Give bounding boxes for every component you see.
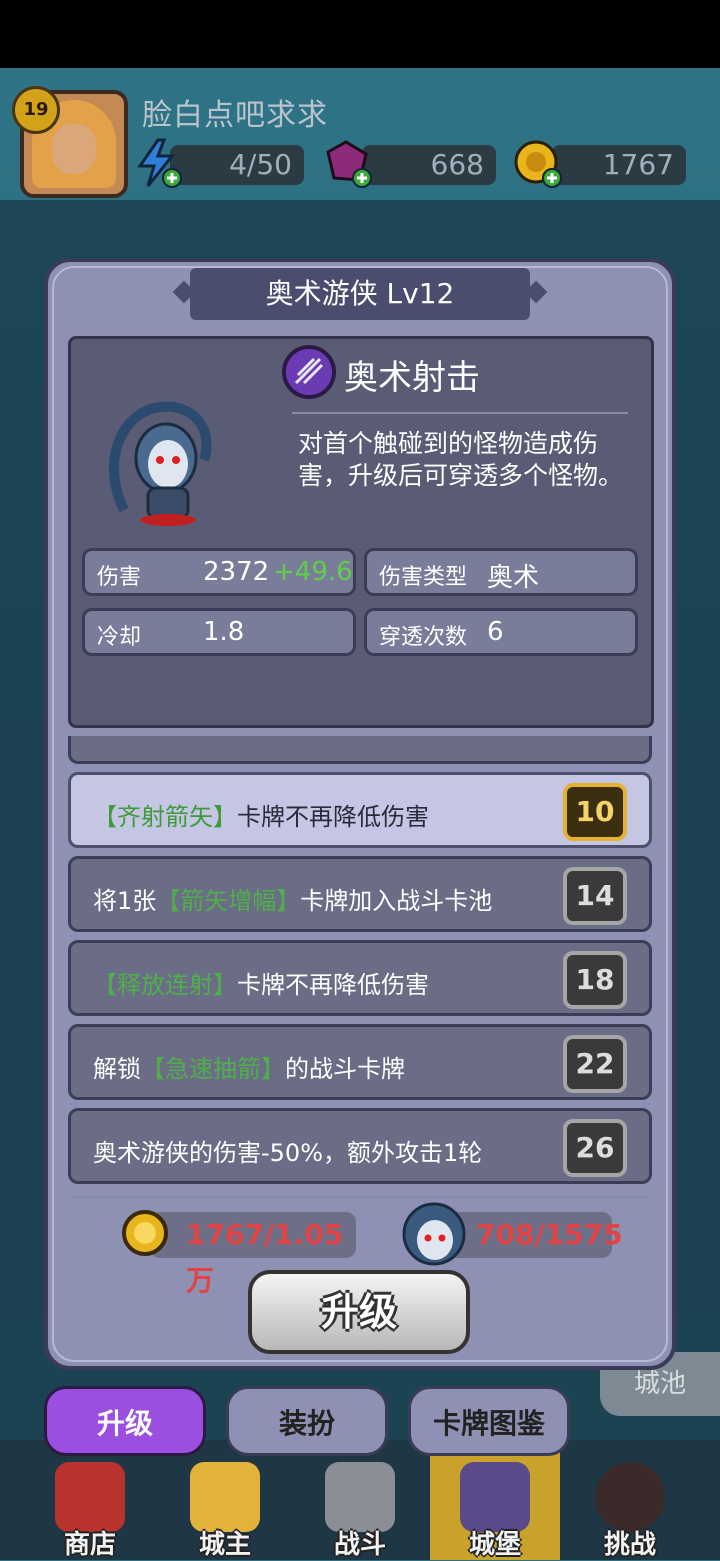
nav-challenge-label: 挑战 — [603, 1530, 656, 1560]
shop-icon — [55, 1462, 125, 1532]
crossed-swords-icon — [325, 1462, 395, 1532]
tab-card-gallery[interactable]: 卡牌图鉴 — [408, 1386, 570, 1456]
stat-damage-label: 伤害 — [97, 565, 142, 590]
stat-pierce: 穿透次数 6 — [364, 608, 638, 656]
perk-row-scrolled — [68, 736, 652, 764]
gold-coin-icon[interactable] — [512, 138, 562, 188]
nav-shop-label: 商店 — [63, 1530, 116, 1560]
energy-icon[interactable] — [132, 138, 182, 188]
nav-castle-label: 城堡 — [468, 1530, 521, 1560]
nav-castle[interactable]: 城堡 — [430, 1452, 560, 1560]
demon-icon — [595, 1462, 665, 1532]
stat-damage-type-label: 伤害类型 — [379, 565, 468, 590]
stat-cooldown: 冷却 1.8 — [82, 608, 356, 656]
arcane-ranger-portrait — [109, 401, 212, 526]
perk-level-badge: 26 — [563, 1119, 627, 1177]
stat-damage-type-value: 奥术 — [487, 563, 540, 593]
nav-battle[interactable]: 战斗 — [295, 1452, 425, 1560]
player-level-badge: 19 — [12, 86, 60, 134]
perk-row: 奥术游侠的伤害-50%，额外攻击1轮 26 — [68, 1108, 652, 1184]
castle-icon — [460, 1462, 530, 1532]
perk-level-badge: 22 — [563, 1035, 627, 1093]
stat-damage: 伤害 2372 +49.6 — [82, 548, 356, 596]
hero-shard-icon — [402, 1202, 466, 1266]
arcane-shot-icon — [282, 345, 336, 399]
player-name: 脸白点吧求求 — [142, 98, 328, 133]
stat-pierce-label: 穿透次数 — [379, 625, 468, 650]
tab-skins[interactable]: 装扮 — [226, 1386, 388, 1456]
energy-counter: 4/50 — [170, 145, 304, 185]
stat-damage-bonus: +49.6 — [273, 557, 353, 587]
skill-name: 奥术射击 — [344, 358, 480, 398]
perk-row: 【齐射箭矢】卡牌不再降低伤害 10 — [68, 772, 652, 848]
gold-coin-icon — [122, 1210, 168, 1256]
nav-lord[interactable]: 城主 — [160, 1452, 290, 1560]
perk-level-badge: 14 — [563, 867, 627, 925]
stat-cooldown-value: 1.8 — [203, 617, 245, 647]
perk-row: 将1张【箭矢增幅】卡牌加入战斗卡池 14 — [68, 856, 652, 932]
cost-divider — [72, 1196, 648, 1198]
gem-icon[interactable] — [322, 138, 372, 188]
perk-level-badge: 18 — [563, 951, 627, 1009]
skill-description: 对首个触碰到的怪物造成伤害，升级后可穿透多个怪物。 — [298, 429, 624, 490]
perk-row: 解锁【急速抽箭】的战斗卡牌 22 — [68, 1024, 652, 1100]
tab-upgrade[interactable]: 升级 — [44, 1386, 206, 1456]
upgrade-button[interactable]: 升级 — [248, 1270, 470, 1354]
crown-icon — [190, 1462, 260, 1532]
stat-cooldown-label: 冷却 — [97, 625, 142, 650]
hero-title: 奥术游侠 Lv12 — [190, 268, 530, 320]
status-bar — [0, 0, 720, 68]
stat-damage-value: 2372 — [203, 557, 270, 587]
stat-damage-type: 伤害类型 奥术 — [364, 548, 638, 596]
nav-shop[interactable]: 商店 — [25, 1452, 155, 1560]
nav-lord-label: 城主 — [198, 1530, 251, 1560]
gold-counter: 1767 — [552, 145, 686, 185]
gold-cost: 1767/1.05万 — [150, 1212, 356, 1297]
nav-challenge[interactable]: 挑战 — [565, 1452, 695, 1560]
perk-row: 【释放连射】卡牌不再降低伤害 18 — [68, 940, 652, 1016]
perk-level-badge: 10 — [563, 783, 627, 841]
nav-battle-label: 战斗 — [333, 1530, 386, 1560]
stat-pierce-value: 6 — [487, 617, 504, 647]
gem-counter: 668 — [362, 145, 496, 185]
skill-divider — [292, 412, 628, 414]
